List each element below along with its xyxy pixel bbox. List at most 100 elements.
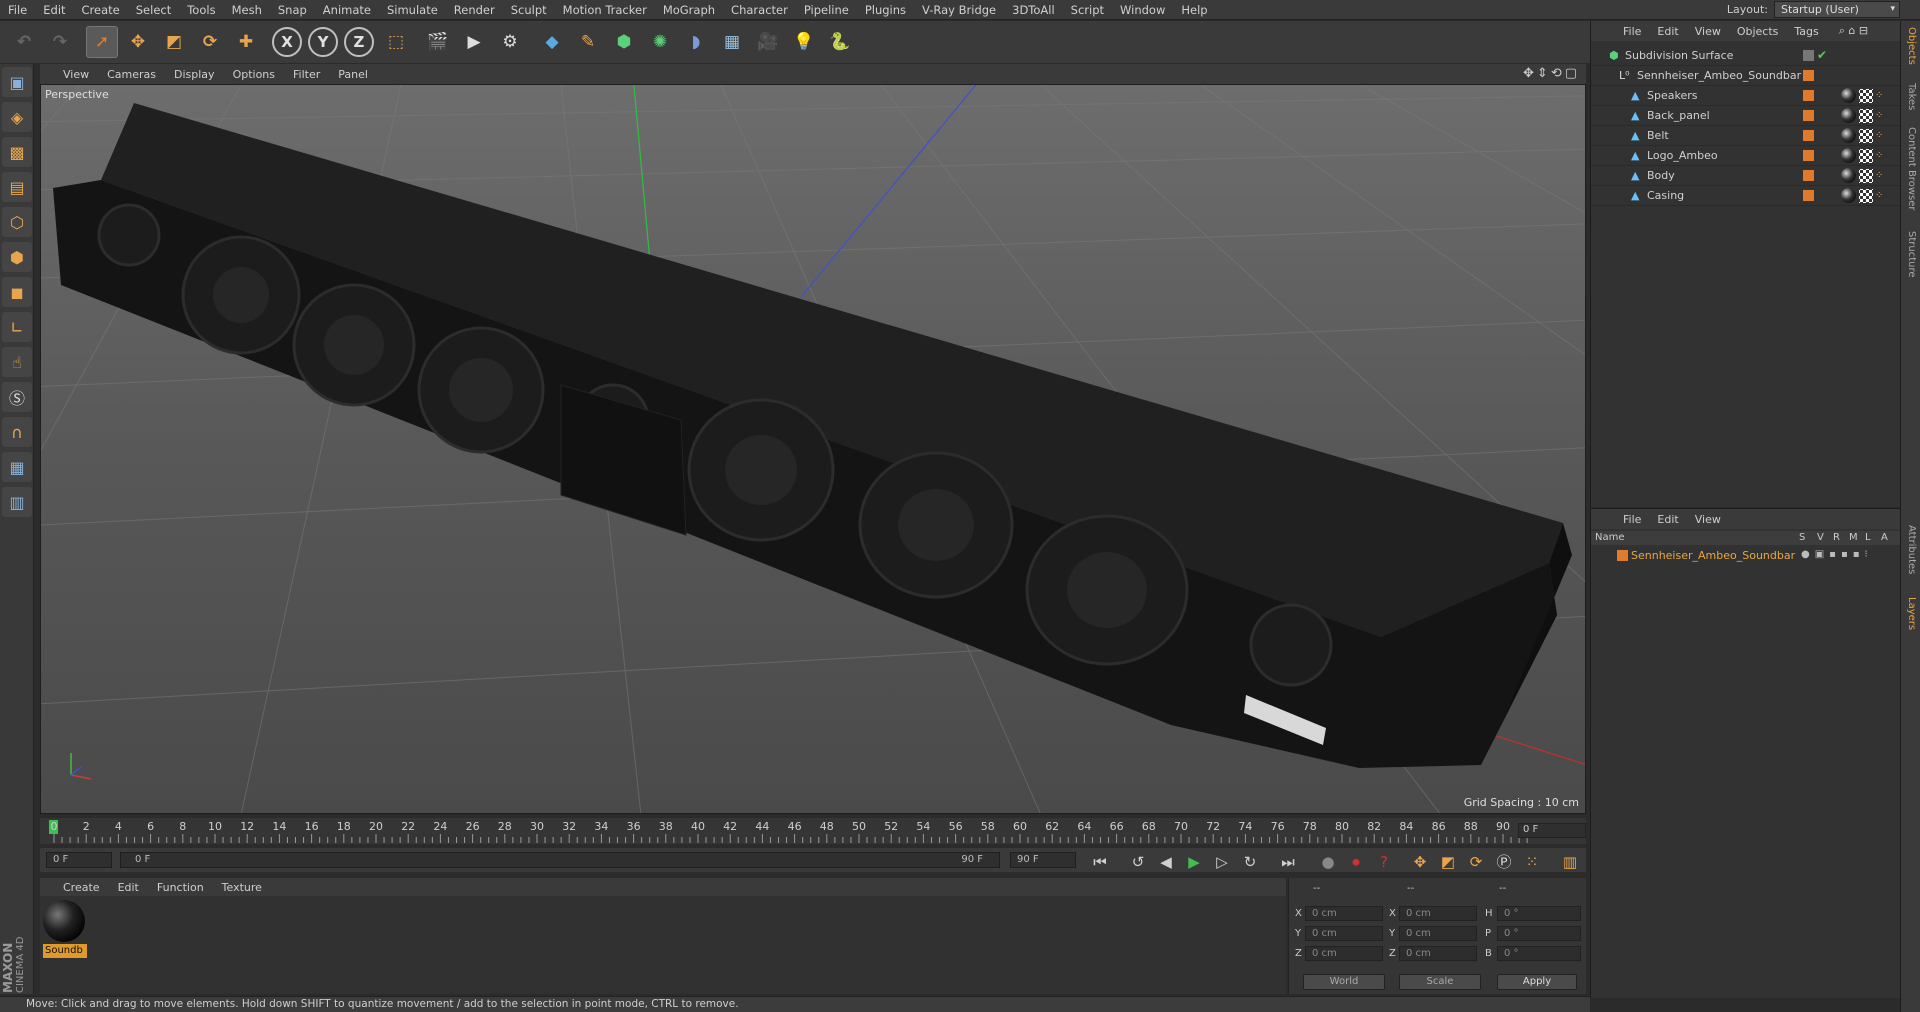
side-tab-content-browser[interactable]: Content Browser [1906, 127, 1917, 210]
size-z-field[interactable]: 0 cm [1399, 946, 1477, 961]
viewport-menu-view[interactable]: View [54, 68, 98, 81]
menu-vray-bridge[interactable]: V-Ray Bridge [914, 0, 1004, 20]
render-view-icon[interactable]: 🎬 [422, 26, 454, 58]
layout-select[interactable]: Startup (User) [1774, 1, 1900, 18]
object-row-logo-ambeo[interactable]: ▲ Logo_Ambeo ⁘ [1591, 146, 1901, 166]
workplane-icon[interactable]: ▤ [2, 172, 32, 202]
layermgr-menu-edit[interactable]: Edit [1649, 513, 1686, 526]
deformer-icon[interactable]: ◗ [680, 26, 712, 58]
menu-sculpt[interactable]: Sculpt [503, 0, 555, 20]
key-rotation-icon[interactable]: ⟳ [1464, 851, 1488, 872]
move-tool-icon[interactable]: ✥ [122, 26, 154, 58]
object-row-casing[interactable]: ▲ Casing ⁘ [1591, 186, 1901, 206]
layermgr-menu-view[interactable]: View [1687, 513, 1729, 526]
scale-tool-icon[interactable]: ◩ [158, 26, 190, 58]
record-keys-icon[interactable]: ● [1316, 851, 1340, 872]
menu-mograph[interactable]: MoGraph [655, 0, 723, 20]
size-y-field[interactable]: 0 cm [1399, 926, 1477, 941]
rotate-tool-icon[interactable]: ⟳ [194, 26, 226, 58]
menu-animate[interactable]: Animate [315, 0, 379, 20]
timeline-ruler[interactable]: 0 2 4 6 8 10 12 14 16 18 20 22 24 26 28 30 32 34 36 38 40 42 4… [40, 818, 1586, 844]
texture-tag-icon[interactable] [1859, 129, 1873, 143]
python-icon[interactable]: 🐍 [824, 26, 856, 58]
points-mode-icon[interactable]: ⬡ [2, 207, 32, 237]
last-tool-icon[interactable]: ✚ [230, 26, 262, 58]
grid-snap-icon[interactable]: ▥ [2, 487, 32, 517]
texture-tag-icon[interactable] [1859, 89, 1873, 103]
layer-toggle-icons[interactable]: ●▣▪▪▪⁝ [1801, 549, 1873, 560]
next-frame-icon[interactable]: ▷ [1210, 851, 1234, 872]
layermgr-menu-file[interactable]: File [1615, 513, 1649, 526]
object-row-body[interactable]: ▲ Body ⁘ [1591, 166, 1901, 186]
model-mode-icon[interactable]: ◈ [2, 102, 32, 132]
size-x-field[interactable]: 0 cm [1399, 906, 1477, 921]
layer-row[interactable]: Sennheiser_Ambeo_Soundbar ●▣▪▪▪⁝ [1591, 547, 1901, 565]
side-tab-layers[interactable]: Layers [1906, 597, 1917, 630]
pos-z-field[interactable]: 0 cm [1305, 946, 1383, 961]
side-tab-structure[interactable]: Structure [1906, 231, 1917, 278]
menu-snap[interactable]: Snap [270, 0, 315, 20]
selection-tag-icon[interactable]: ⁘ [1875, 130, 1885, 141]
material-tag-icon[interactable] [1841, 168, 1856, 183]
side-tab-takes[interactable]: Takes [1906, 83, 1917, 110]
enabled-check-icon[interactable]: ✔ [1817, 48, 1827, 62]
camera-icon[interactable]: 🎥 [752, 26, 784, 58]
start-frame-field[interactable]: 0 F [46, 852, 112, 868]
undo-icon[interactable]: ↶ [8, 26, 40, 58]
material-tag-icon[interactable] [1841, 128, 1856, 143]
texture-tag-icon[interactable] [1859, 169, 1873, 183]
texture-tag-icon[interactable] [1859, 189, 1873, 203]
coord-system-select[interactable]: World [1303, 974, 1385, 990]
make-editable-icon[interactable]: ▣ [2, 67, 32, 97]
key-pla-icon[interactable]: ⁙ [1520, 851, 1544, 872]
pos-y-field[interactable]: 0 cm [1305, 926, 1383, 941]
viewport-menu-cameras[interactable]: Cameras [98, 68, 165, 81]
objmgr-menu-tags[interactable]: Tags [1786, 25, 1826, 38]
object-row-back-panel[interactable]: ▲ Back_panel ⁘ [1591, 106, 1901, 126]
edges-mode-icon[interactable]: ⬢ [2, 242, 32, 272]
range-slider[interactable]: 0 F 90 F [120, 852, 1000, 868]
mograph-cloner-icon[interactable]: ✺ [644, 26, 676, 58]
menu-plugins[interactable]: Plugins [857, 0, 914, 20]
texture-mode-icon[interactable]: ▩ [2, 137, 32, 167]
viewport-menu-filter[interactable]: Filter [284, 68, 329, 81]
material-menu-function[interactable]: Function [148, 881, 213, 894]
object-row-speakers[interactable]: ▲ Speakers ⁘ [1591, 86, 1901, 106]
redo-icon[interactable]: ↷ [44, 26, 76, 58]
menu-motion-tracker[interactable]: Motion Tracker [555, 0, 655, 20]
rot-p-field[interactable]: 0 ° [1497, 926, 1581, 941]
menu-3dtoall[interactable]: 3DToAll [1004, 0, 1063, 20]
objmgr-menu-file[interactable]: File [1615, 25, 1649, 38]
texture-tag-icon[interactable] [1859, 109, 1873, 123]
next-key-icon[interactable]: ↻ [1238, 851, 1262, 872]
size-mode-select[interactable]: Scale [1399, 974, 1481, 990]
selection-tag-icon[interactable]: ⁘ [1875, 150, 1885, 161]
menu-tools[interactable]: Tools [179, 0, 223, 20]
menu-script[interactable]: Script [1063, 0, 1112, 20]
axis-mode-icon[interactable]: ∟ [2, 312, 32, 342]
cube-primitive-icon[interactable]: ◆ [536, 26, 568, 58]
viewport-menu-panel[interactable]: Panel [329, 68, 377, 81]
workplane-lock-icon[interactable]: ▦ [2, 452, 32, 482]
z-axis-lock-button[interactable]: Z [344, 27, 374, 57]
menu-edit[interactable]: Edit [35, 0, 73, 20]
x-axis-lock-button[interactable]: X [272, 27, 302, 57]
polygons-mode-icon[interactable]: ◼ [2, 277, 32, 307]
viewport-menu-display[interactable]: Display [165, 68, 224, 81]
menu-pipeline[interactable]: Pipeline [796, 0, 857, 20]
menu-window[interactable]: Window [1112, 0, 1173, 20]
layer-name[interactable]: Sennheiser_Ambeo_Soundbar [1631, 549, 1795, 562]
key-scale-icon[interactable]: ◩ [1436, 851, 1460, 872]
rot-h-field[interactable]: 0 ° [1497, 906, 1581, 921]
objmgr-menu-edit[interactable]: Edit [1649, 25, 1686, 38]
previous-frame-icon[interactable]: ◀ [1154, 851, 1178, 872]
material-tag-icon[interactable] [1841, 148, 1856, 163]
go-to-end-icon[interactable]: ⏭ [1276, 851, 1300, 872]
selection-tag-icon[interactable]: ⁘ [1875, 170, 1885, 181]
object-row-subdivision-surface[interactable]: ⬢ Subdivision Surface ✔ [1591, 46, 1901, 66]
menu-select[interactable]: Select [128, 0, 179, 20]
key-position-icon[interactable]: ✥ [1408, 851, 1432, 872]
keyframe-selection-icon[interactable]: ? [1372, 851, 1396, 872]
object-row-soundbar[interactable]: L⁰ Sennheiser_Ambeo_Soundbar [1591, 66, 1901, 86]
key-parameter-icon[interactable]: Ⓟ [1492, 851, 1516, 872]
